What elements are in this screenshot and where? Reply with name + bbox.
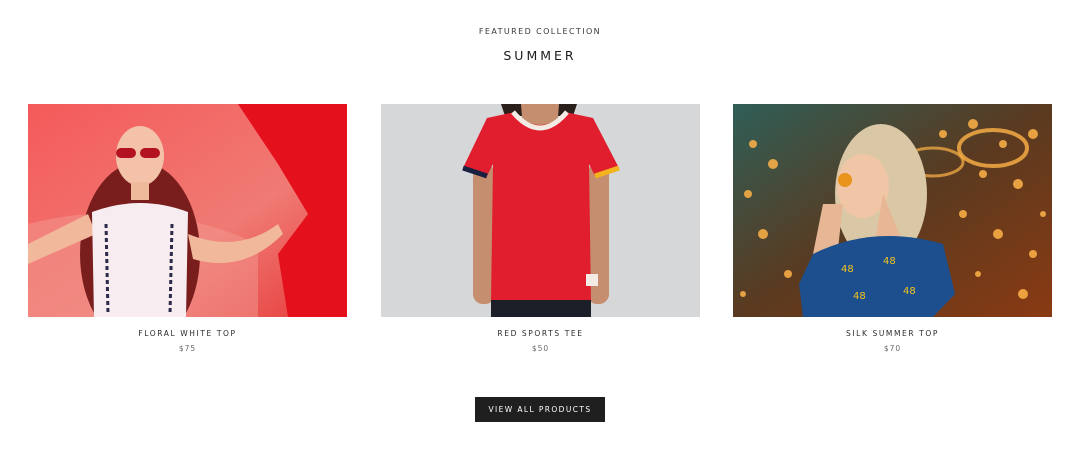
svg-text:48: 48 (903, 286, 916, 297)
product-image[interactable] (381, 104, 700, 317)
svg-text:48: 48 (853, 291, 866, 302)
collection-title: SUMMER (503, 48, 577, 63)
svg-text:48: 48 (841, 264, 854, 275)
product-image[interactable]: 48 48 48 48 (733, 104, 1052, 317)
featured-collection-eyebrow: FEATURED COLLECTION (478, 27, 602, 36)
view-all-products-button[interactable]: VIEW ALL PRODUCTS (475, 397, 605, 422)
product-card[interactable]: 48 48 48 48 SILK SUMMER TOP $70 (733, 104, 1052, 353)
product-price: $70 (883, 344, 902, 353)
product-price: $50 (531, 344, 550, 353)
product-price: $75 (178, 344, 197, 353)
product-name[interactable]: FLORAL WHITE TOP (28, 329, 347, 338)
product-card[interactable]: RED SPORTS TEE $50 (381, 104, 700, 353)
product-name[interactable]: RED SPORTS TEE (381, 329, 700, 338)
svg-text:48: 48 (883, 256, 896, 267)
product-card[interactable]: FLORAL WHITE TOP $75 (28, 104, 347, 353)
product-image[interactable] (28, 104, 347, 317)
product-name[interactable]: SILK SUMMER TOP (733, 329, 1052, 338)
